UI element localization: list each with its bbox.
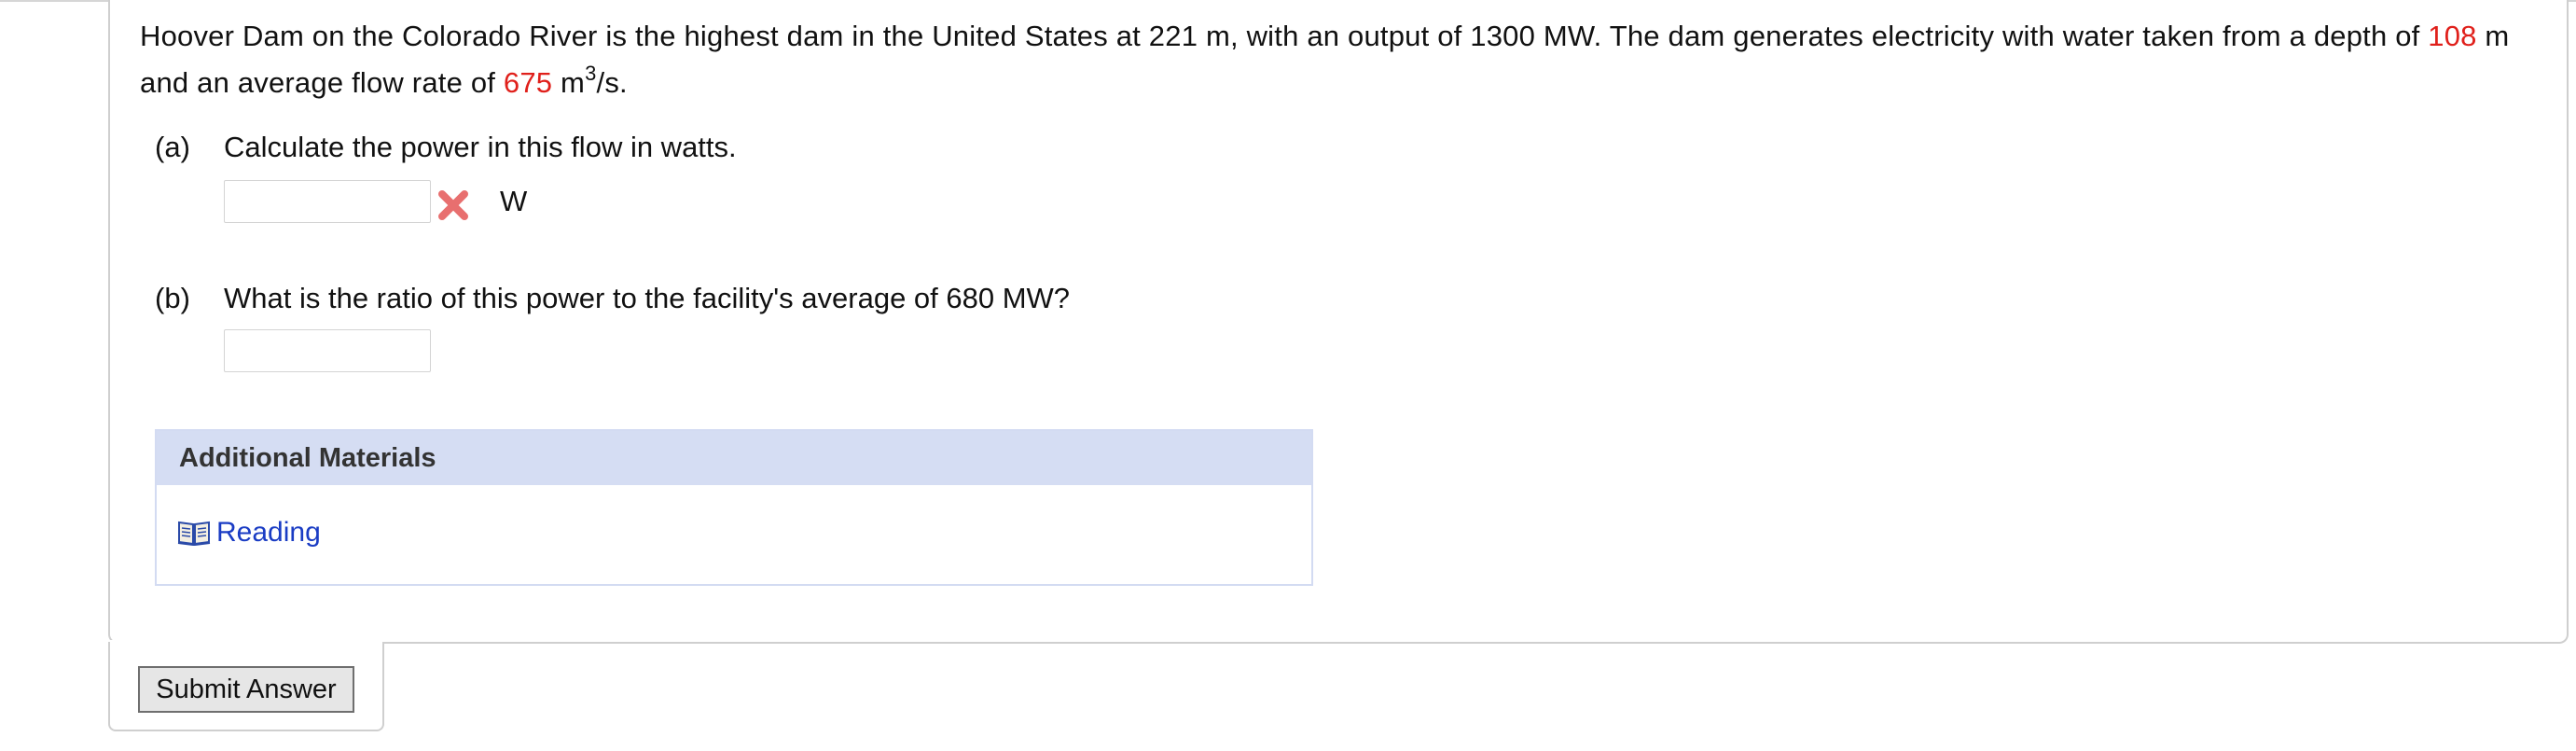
panel-seam (110, 640, 382, 646)
question-unit: m (552, 66, 586, 99)
submit-answer-button[interactable]: Submit Answer (138, 666, 354, 713)
question-unit-suffix: /s. (596, 66, 628, 99)
unit-exponent: 3 (585, 61, 597, 85)
part-b-answer-input[interactable] (224, 329, 431, 372)
question-text-part: Hoover Dam on the Colorado River is the … (140, 20, 2429, 52)
part-a-unit: W (500, 185, 528, 217)
question-text: Hoover Dam on the Colorado River is the … (140, 13, 2546, 106)
part-a-answer-input[interactable] (224, 180, 431, 223)
part-b-prompt: What is the ratio of this power to the f… (224, 282, 1071, 314)
flow-rate-value: 675 (503, 66, 553, 99)
part-a-letter: (a) (155, 131, 190, 163)
reading-link[interactable]: Reading (177, 517, 321, 549)
part-b: (b) What is the ratio of this power to th… (155, 280, 1070, 317)
part-a-prompt: Calculate the power in this flow in watt… (224, 131, 737, 163)
additional-materials-box: Additional Materials Reading (155, 429, 1313, 586)
additional-materials-header: Additional Materials (157, 431, 1311, 485)
book-icon (177, 521, 211, 546)
part-a: (a) Calculate the power in this flow in w… (155, 129, 737, 166)
part-b-letter: (b) (155, 282, 190, 314)
depth-value: 108 (2428, 20, 2477, 52)
incorrect-x-icon (438, 190, 468, 220)
reading-link-label: Reading (216, 517, 321, 548)
